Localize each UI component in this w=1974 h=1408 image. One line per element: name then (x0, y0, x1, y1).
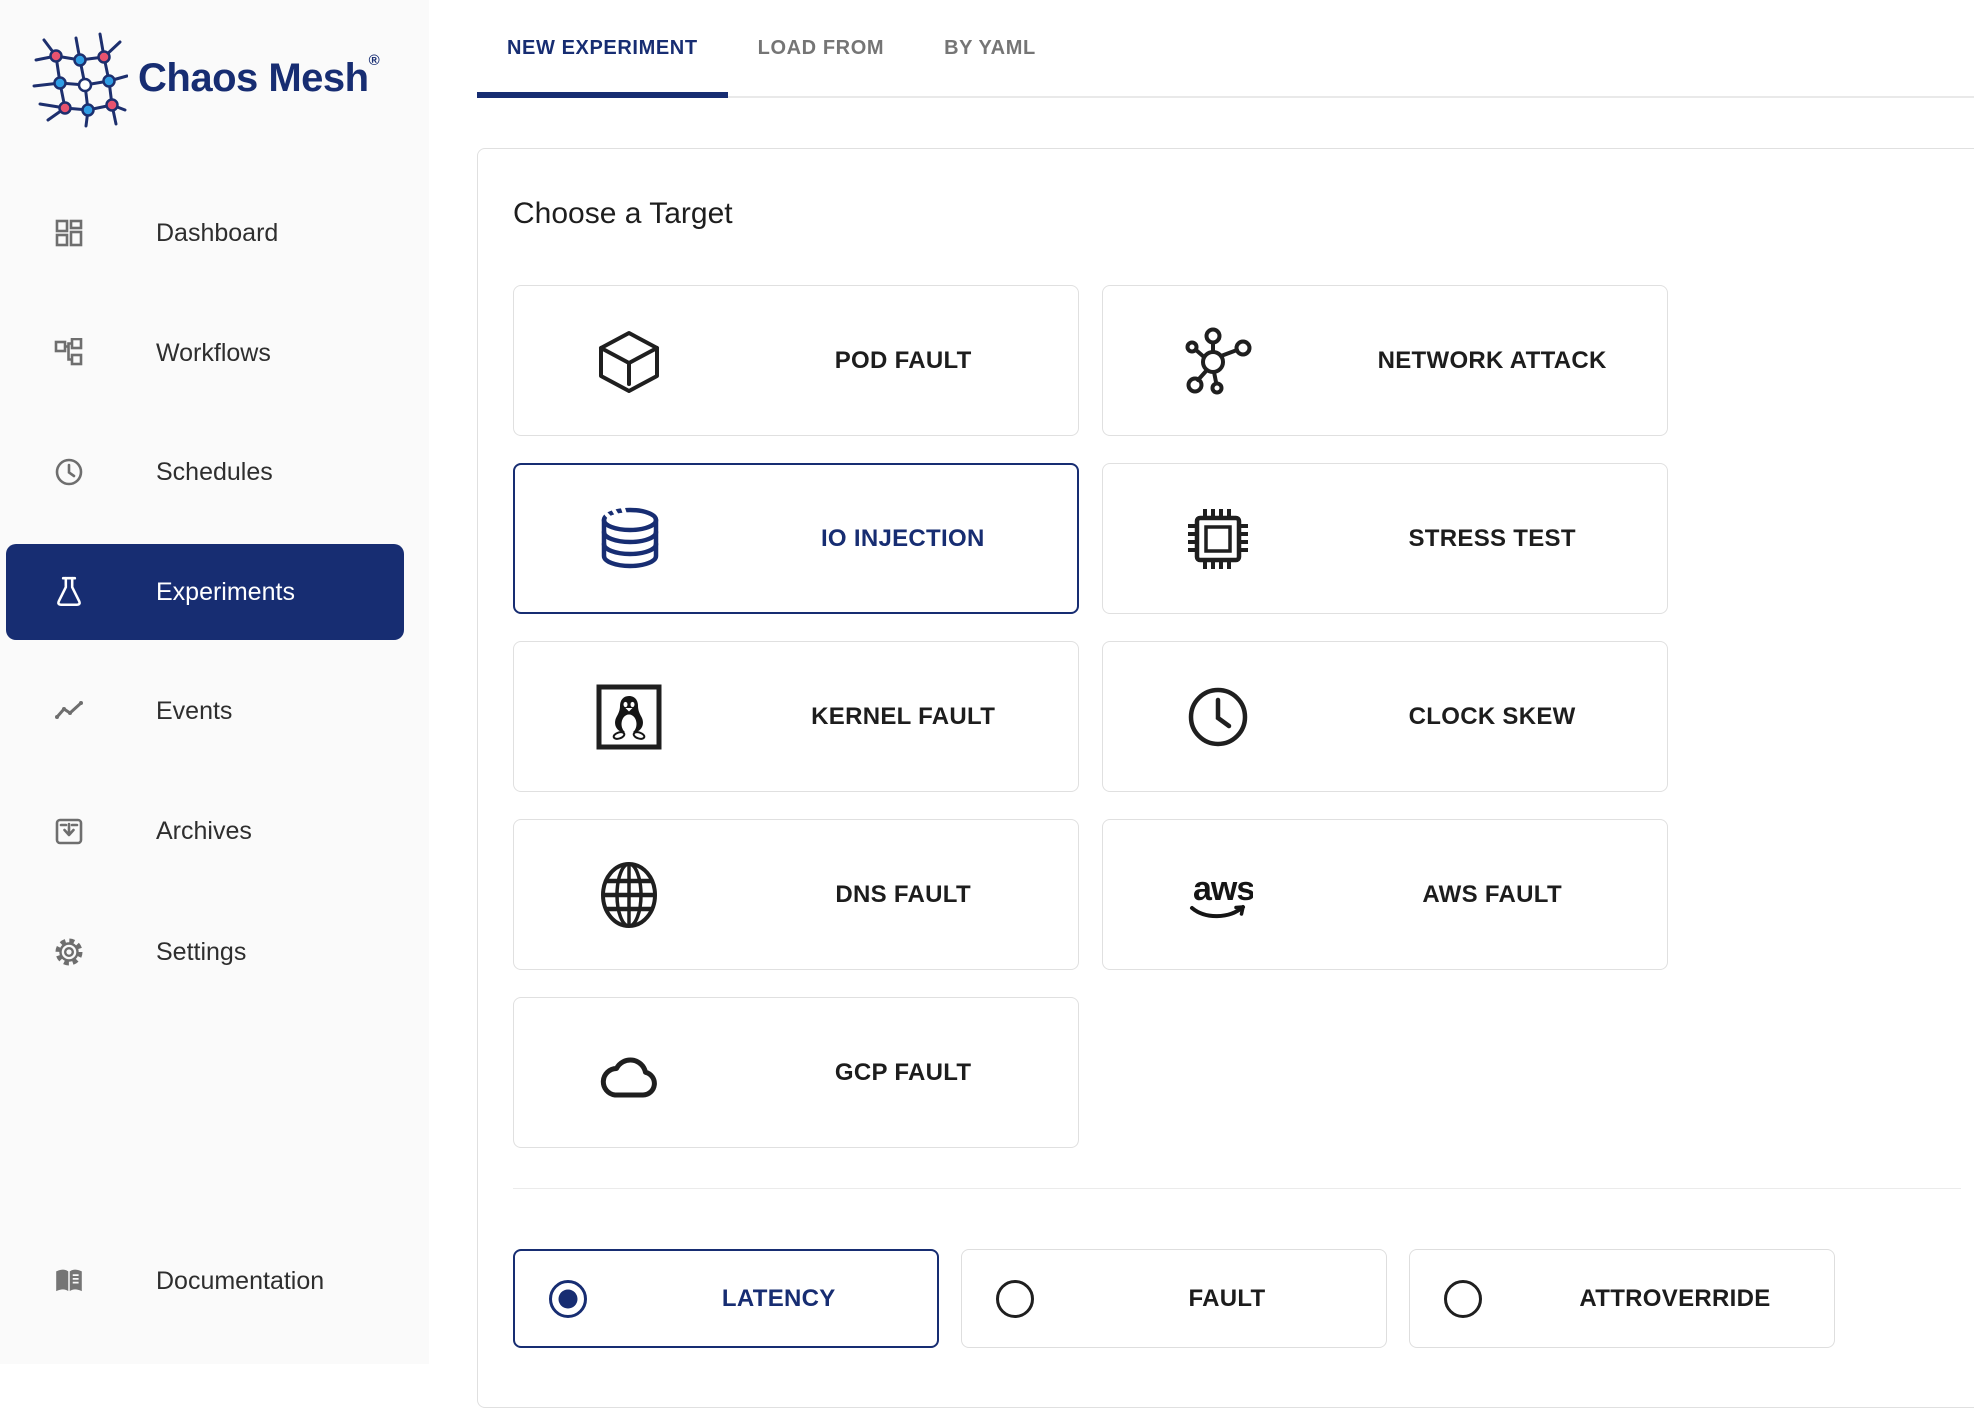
clock-icon (1183, 682, 1253, 752)
target-card-label: POD FAULT (728, 347, 1078, 375)
target-card-label: STRESS TEST (1317, 525, 1667, 553)
database-icon (595, 504, 665, 574)
linux-tux-icon (594, 682, 664, 752)
sidebar-item-documentation[interactable]: Documentation (0, 1233, 429, 1329)
tab-label: NEW EXPERIMENT (507, 37, 698, 60)
sidebar-item-label: Documentation (156, 1267, 324, 1296)
events-chart-icon (52, 694, 86, 728)
sidebar-item-label: Events (156, 697, 232, 726)
radio-unchecked-icon[interactable] (996, 1280, 1034, 1318)
tab-new-experiment[interactable]: NEW EXPERIMENT (477, 0, 728, 96)
flask-icon (52, 575, 86, 609)
panel-title: Choose a Target (513, 196, 1961, 232)
section-divider (513, 1188, 1961, 1189)
action-attroverride[interactable]: ATTROVERRIDE (1409, 1249, 1835, 1348)
sidebar-item-label: Dashboard (156, 219, 278, 248)
target-card-label: CLOCK SKEW (1317, 703, 1667, 731)
book-icon (52, 1264, 86, 1298)
target-card-pod-fault[interactable]: POD FAULT (513, 285, 1079, 436)
target-card-io-injection[interactable]: IO INJECTION (513, 463, 1079, 614)
target-card-label: KERNEL FAULT (728, 703, 1078, 731)
target-grid: POD FAULT NETWORK ATTACK (513, 285, 1961, 1148)
target-card-clock-skew[interactable]: CLOCK SKEW (1102, 641, 1668, 792)
sidebar: Chaos Mesh ® Dashboard Workflows Sche (0, 0, 429, 1364)
target-card-gcp-fault[interactable]: GCP FAULT (513, 997, 1079, 1148)
app-logo[interactable]: Chaos Mesh ® (28, 28, 380, 128)
target-card-label: NETWORK ATTACK (1317, 347, 1667, 375)
experiment-tabbar: NEW EXPERIMENT LOAD FROM BY YAML (477, 0, 1974, 98)
sidebar-item-schedules[interactable]: Schedules (0, 424, 429, 520)
pod-cube-icon (594, 326, 664, 396)
radio-checked-icon[interactable] (549, 1280, 587, 1318)
archive-icon (52, 814, 86, 848)
schedules-clock-icon (52, 455, 86, 489)
target-card-network-attack[interactable]: NETWORK ATTACK (1102, 285, 1668, 436)
cpu-chip-icon (1183, 504, 1253, 574)
sidebar-item-label: Settings (156, 938, 246, 967)
chaos-mesh-logo-icon (28, 28, 128, 128)
action-label: FAULT (1068, 1285, 1386, 1313)
target-card-label: DNS FAULT (728, 881, 1078, 909)
tab-load-from[interactable]: LOAD FROM (728, 0, 915, 96)
action-label: LATENCY (621, 1285, 938, 1313)
sidebar-item-label: Workflows (156, 339, 271, 368)
target-card-kernel-fault[interactable]: KERNEL FAULT (513, 641, 1079, 792)
tab-by-yaml[interactable]: BY YAML (914, 0, 1066, 96)
radio-unchecked-icon[interactable] (1444, 1280, 1482, 1318)
sidebar-item-dashboard[interactable]: Dashboard (0, 185, 429, 281)
sidebar-item-workflows[interactable]: Workflows (0, 305, 429, 401)
dashboard-icon (52, 216, 86, 250)
choose-target-panel: Choose a Target POD FAULT (477, 148, 1974, 1408)
target-card-dns-fault[interactable]: DNS FAULT (513, 819, 1079, 970)
workflows-icon (52, 336, 86, 370)
network-icon (1183, 326, 1253, 396)
registered-mark: ® (369, 52, 380, 69)
target-card-label: AWS FAULT (1317, 881, 1667, 909)
action-label: ATTROVERRIDE (1516, 1285, 1834, 1313)
target-card-label: IO INJECTION (729, 525, 1077, 553)
aws-logo-icon: aws (1183, 860, 1253, 930)
sidebar-item-experiments[interactable]: Experiments (6, 544, 404, 640)
main-content: NEW EXPERIMENT LOAD FROM BY YAML Choose … (429, 0, 1974, 1364)
target-card-stress-test[interactable]: STRESS TEST (1102, 463, 1668, 614)
target-card-aws-fault[interactable]: aws AWS FAULT (1102, 819, 1668, 970)
cloud-icon (594, 1038, 664, 1108)
action-latency[interactable]: LATENCY (513, 1249, 939, 1348)
sidebar-item-label: Experiments (156, 578, 295, 607)
tab-label: BY YAML (944, 37, 1036, 60)
globe-icon (594, 860, 664, 930)
sidebar-item-label: Archives (156, 817, 252, 846)
target-card-label: GCP FAULT (728, 1059, 1078, 1087)
sidebar-item-events[interactable]: Events (0, 663, 429, 759)
gear-icon (52, 935, 86, 969)
tab-label: LOAD FROM (758, 37, 885, 60)
brand-name: Chaos Mesh (138, 56, 369, 101)
action-selector-row: LATENCY FAULT ATTROVERRIDE (513, 1249, 1961, 1348)
sidebar-item-settings[interactable]: Settings (0, 904, 429, 1000)
action-fault[interactable]: FAULT (961, 1249, 1387, 1348)
aws-logo-text: aws (1193, 870, 1253, 908)
sidebar-item-label: Schedules (156, 458, 273, 487)
sidebar-item-archives[interactable]: Archives (0, 783, 429, 879)
